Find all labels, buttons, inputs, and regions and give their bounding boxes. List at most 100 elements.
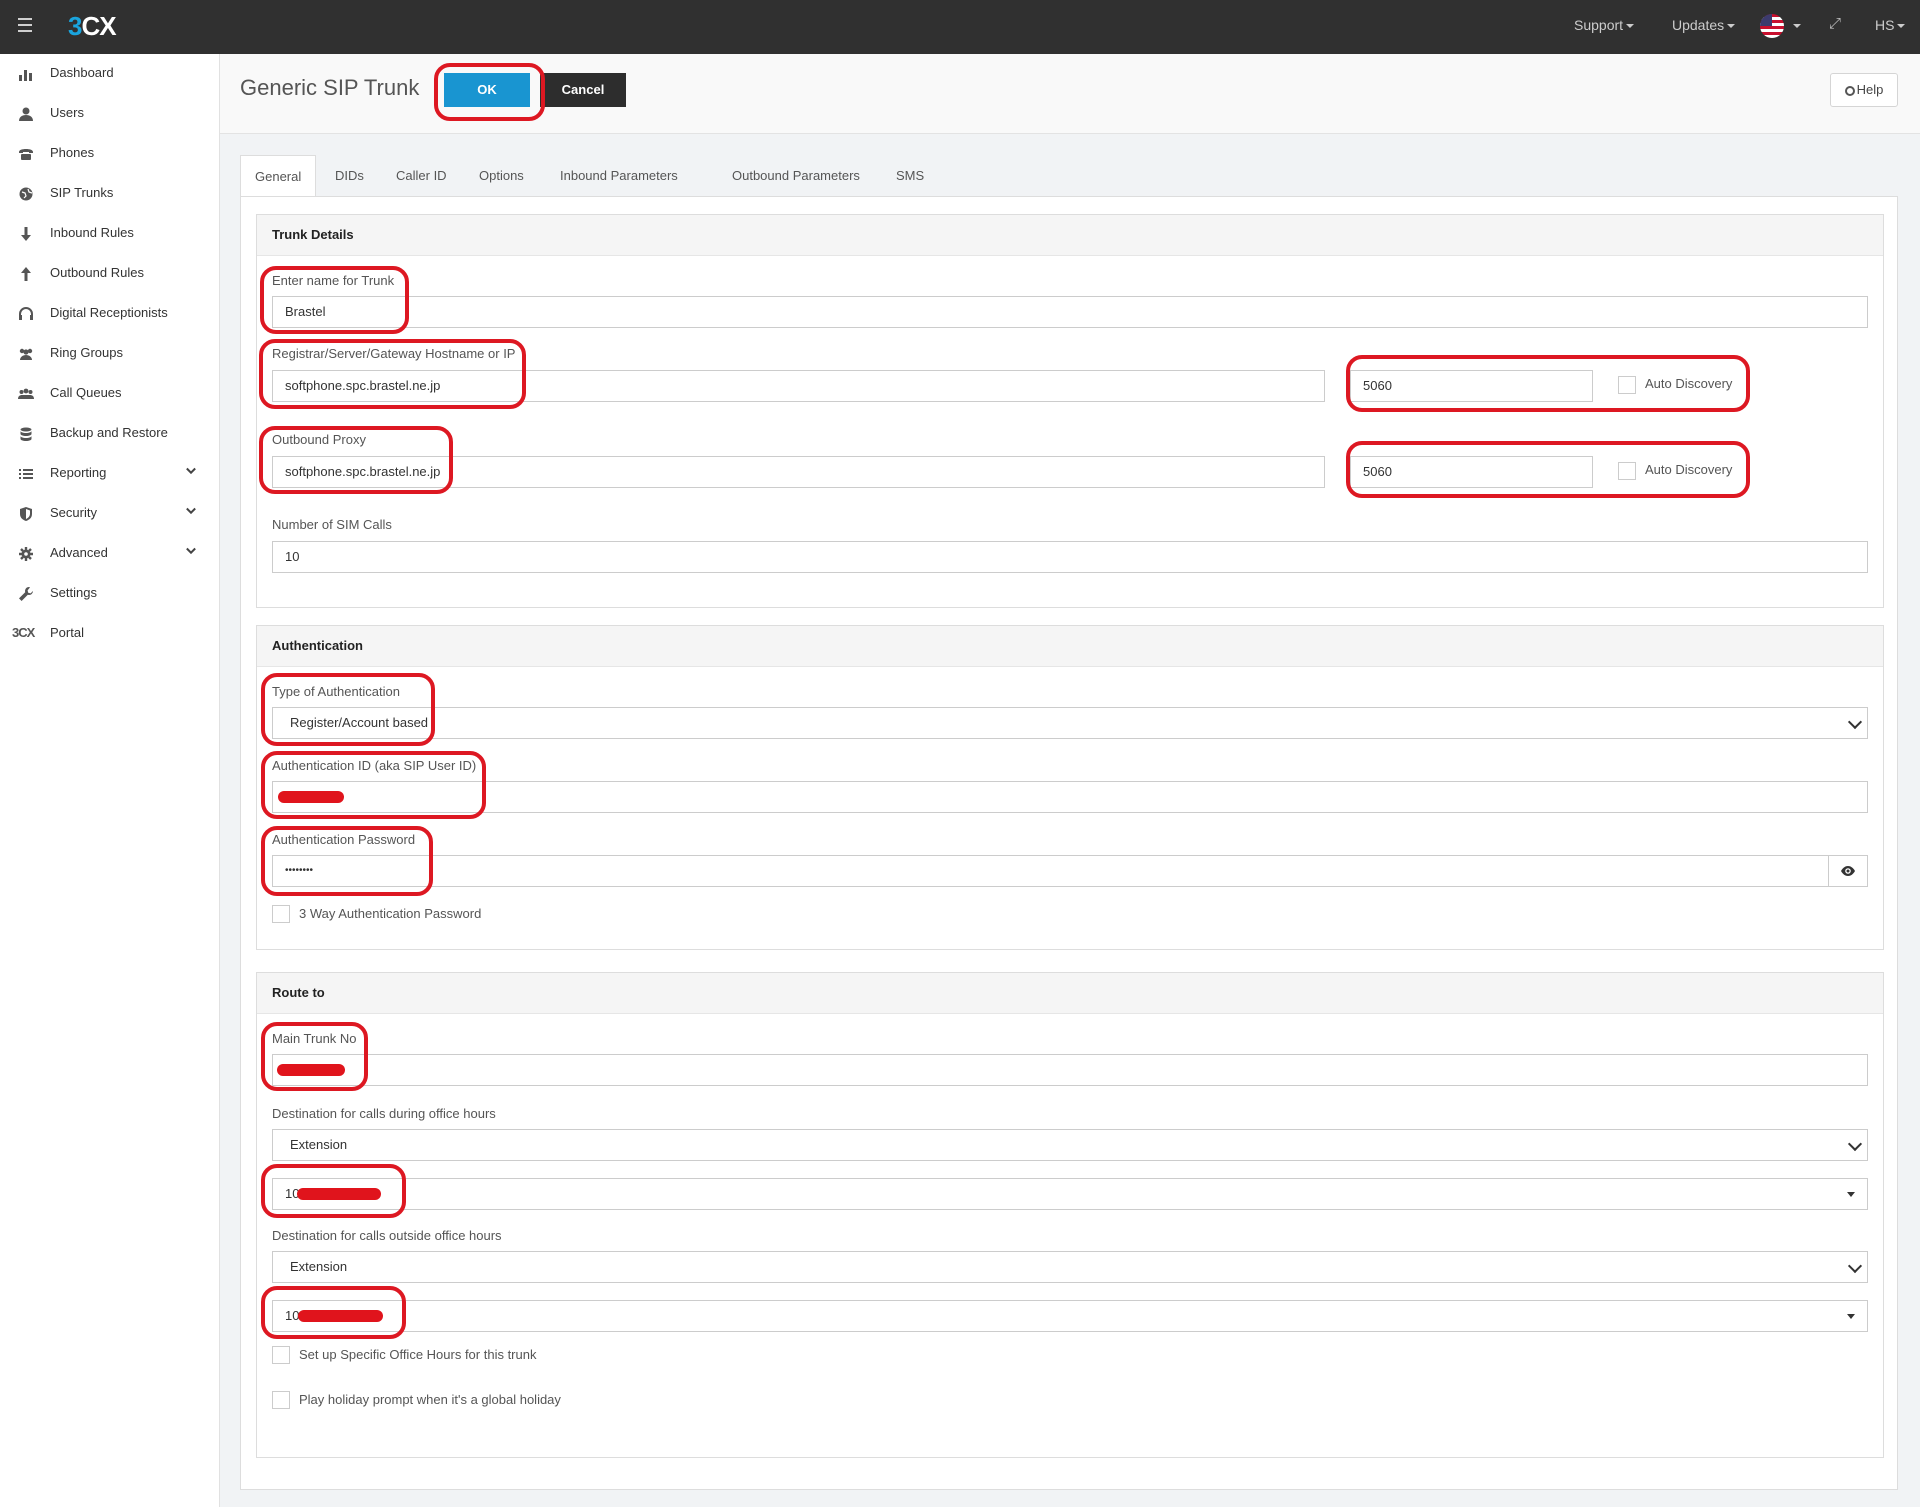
general-tab-panel: Trunk Details Enter name for Trunk Brast… bbox=[240, 196, 1898, 1490]
caret-down-icon bbox=[1847, 1192, 1855, 1197]
office-hours-extension-select[interactable]: 10 bbox=[272, 1178, 1868, 1210]
section-heading: Trunk Details bbox=[257, 215, 1883, 256]
help-label: Help bbox=[1856, 82, 1884, 97]
support-label: Support bbox=[1574, 17, 1624, 33]
shield-icon bbox=[20, 507, 32, 521]
chevron-down-icon[interactable] bbox=[186, 546, 196, 556]
help-button[interactable]: Help bbox=[1830, 73, 1898, 107]
list-icon bbox=[19, 469, 33, 479]
page-title: Generic SIP Trunk bbox=[240, 75, 420, 100]
outbound-proxy-port-input[interactable]: 5060 bbox=[1350, 456, 1593, 488]
arrow-up-icon bbox=[21, 267, 31, 281]
outbound-proxy-input[interactable]: softphone.spc.brastel.ne.jp bbox=[272, 456, 1325, 488]
sidebar-item-inbound-rules[interactable]: Inbound Rules bbox=[0, 214, 219, 254]
sidebar-item-settings[interactable]: Settings bbox=[0, 574, 219, 614]
sidebar-item-users[interactable]: Users bbox=[0, 94, 219, 134]
database-icon bbox=[20, 427, 32, 441]
main-content: Generic SIP Trunk OK Cancel Help General… bbox=[220, 54, 1920, 1507]
language-caret[interactable] bbox=[1790, 17, 1801, 33]
user-initials: HS bbox=[1875, 17, 1895, 33]
section-heading: Authentication bbox=[257, 626, 1883, 667]
user-menu[interactable]: HS bbox=[1875, 17, 1906, 33]
sidebar-item-backup-and-restore[interactable]: Backup and Restore bbox=[0, 414, 219, 454]
3cx-logo[interactable]: 3CX bbox=[68, 11, 117, 42]
auth-type-select[interactable]: Register/Account based bbox=[272, 707, 1868, 739]
sidebar-item-phones[interactable]: Phones bbox=[0, 134, 219, 174]
sidebar-item-label: Users bbox=[50, 105, 84, 120]
gear-icon bbox=[19, 547, 33, 561]
specific-office-hours-checkbox[interactable] bbox=[272, 1346, 290, 1364]
sidebar-item-sip-trunks[interactable]: SIP Trunks bbox=[0, 174, 219, 214]
three-way-auth-label: 3 Way Authentication Password bbox=[299, 906, 482, 921]
registrar-auto-discovery-label: Auto Discovery bbox=[1645, 376, 1733, 391]
outside-hours-label: Destination for calls outside office hou… bbox=[272, 1228, 502, 1243]
tab-outbound-parameters[interactable]: Outbound Parameters bbox=[732, 155, 860, 197]
wrench-icon bbox=[19, 587, 33, 601]
sidebar-item-call-queues[interactable]: Call Queues bbox=[0, 374, 219, 414]
outbound-proxy-label: Outbound Proxy bbox=[272, 432, 366, 447]
tab-sms[interactable]: SMS bbox=[896, 155, 924, 197]
outside-hours-extension-select[interactable]: 10 bbox=[272, 1300, 1868, 1332]
sidebar: Dashboard Users Phones SIP Trunks Inboun… bbox=[0, 54, 220, 1507]
outside-hours-type-select[interactable]: Extension bbox=[272, 1251, 1868, 1283]
user-icon bbox=[19, 107, 33, 121]
three-way-auth-checkbox[interactable] bbox=[272, 905, 290, 923]
sidebar-item-label: Reporting bbox=[50, 465, 107, 480]
trunk-name-input[interactable]: Brastel bbox=[272, 296, 1868, 328]
tab-options[interactable]: Options bbox=[479, 155, 524, 197]
sidebar-item-advanced[interactable]: Advanced bbox=[0, 534, 219, 574]
auth-password-input[interactable]: •••••••• bbox=[272, 855, 1829, 887]
proxy-auto-discovery-label: Auto Discovery bbox=[1645, 462, 1733, 477]
sidebar-item-ring-groups[interactable]: Ring Groups bbox=[0, 334, 219, 374]
registrar-auto-discovery-checkbox[interactable] bbox=[1618, 376, 1636, 394]
top-navbar: 3CX Support Updates ⤢ HS bbox=[0, 0, 1920, 54]
outside-hours-type-value: Extension bbox=[290, 1259, 348, 1274]
chevron-down-icon bbox=[1847, 1136, 1863, 1152]
globe-icon bbox=[19, 187, 33, 201]
tab-inbound-parameters[interactable]: Inbound Parameters bbox=[560, 155, 678, 197]
sidebar-item-label: Outbound Rules bbox=[50, 265, 144, 280]
registrar-host-input[interactable]: softphone.spc.brastel.ne.jp bbox=[272, 370, 1325, 402]
chevron-down-icon[interactable] bbox=[186, 466, 196, 476]
caret-down-icon bbox=[1897, 24, 1906, 29]
ok-button[interactable]: OK bbox=[444, 73, 530, 107]
fullscreen-expand-icon[interactable]: ⤢ bbox=[1829, 16, 1843, 31]
sidebar-item-dashboard[interactable]: Dashboard bbox=[0, 54, 219, 94]
sidebar-item-portal[interactable]: 3CX Portal bbox=[0, 614, 219, 654]
office-hours-type-select[interactable]: Extension bbox=[272, 1129, 1868, 1161]
hamburger-menu-icon[interactable] bbox=[18, 18, 32, 34]
sidebar-item-label: Portal bbox=[50, 625, 84, 640]
sidebar-item-digital-receptionists[interactable]: Digital Receptionists bbox=[0, 294, 219, 334]
registrar-port-input[interactable]: 5060 bbox=[1350, 370, 1593, 402]
redaction-mark bbox=[277, 1064, 345, 1076]
chevron-down-icon bbox=[1847, 714, 1863, 730]
sim-calls-input[interactable]: 10 bbox=[272, 541, 1868, 573]
route-to-section: Route to Main Trunk No Destination for c… bbox=[256, 972, 1884, 1458]
sidebar-item-label: Digital Receptionists bbox=[50, 305, 168, 320]
auth-id-input[interactable] bbox=[272, 781, 1868, 813]
updates-menu[interactable]: Updates bbox=[1672, 17, 1736, 33]
proxy-auto-discovery-checkbox[interactable] bbox=[1618, 462, 1636, 480]
us-flag-icon[interactable] bbox=[1760, 14, 1784, 38]
sidebar-item-security[interactable]: Security bbox=[0, 494, 219, 534]
tab-dids[interactable]: DIDs bbox=[335, 155, 364, 197]
caret-down-icon bbox=[1793, 24, 1801, 29]
chevron-down-icon[interactable] bbox=[186, 506, 196, 516]
headset-icon bbox=[19, 307, 33, 320]
show-password-button[interactable] bbox=[1828, 855, 1868, 887]
main-trunk-input[interactable] bbox=[272, 1054, 1868, 1086]
holiday-prompt-checkbox[interactable] bbox=[272, 1391, 290, 1409]
cancel-button[interactable]: Cancel bbox=[540, 73, 626, 107]
sidebar-item-reporting[interactable]: Reporting bbox=[0, 454, 219, 494]
sidebar-item-label: Advanced bbox=[50, 545, 108, 560]
tab-general[interactable]: General bbox=[240, 155, 317, 198]
caret-down-icon bbox=[1626, 24, 1635, 29]
support-menu[interactable]: Support bbox=[1574, 17, 1635, 33]
tab-caller-id[interactable]: Caller ID bbox=[396, 155, 447, 197]
caret-down-icon bbox=[1727, 24, 1736, 29]
sidebar-item-label: SIP Trunks bbox=[50, 185, 114, 200]
chevron-down-icon bbox=[1847, 1258, 1863, 1274]
office-hours-label: Destination for calls during office hour… bbox=[272, 1106, 496, 1121]
sidebar-item-outbound-rules[interactable]: Outbound Rules bbox=[0, 254, 219, 294]
phone-icon bbox=[19, 149, 33, 160]
